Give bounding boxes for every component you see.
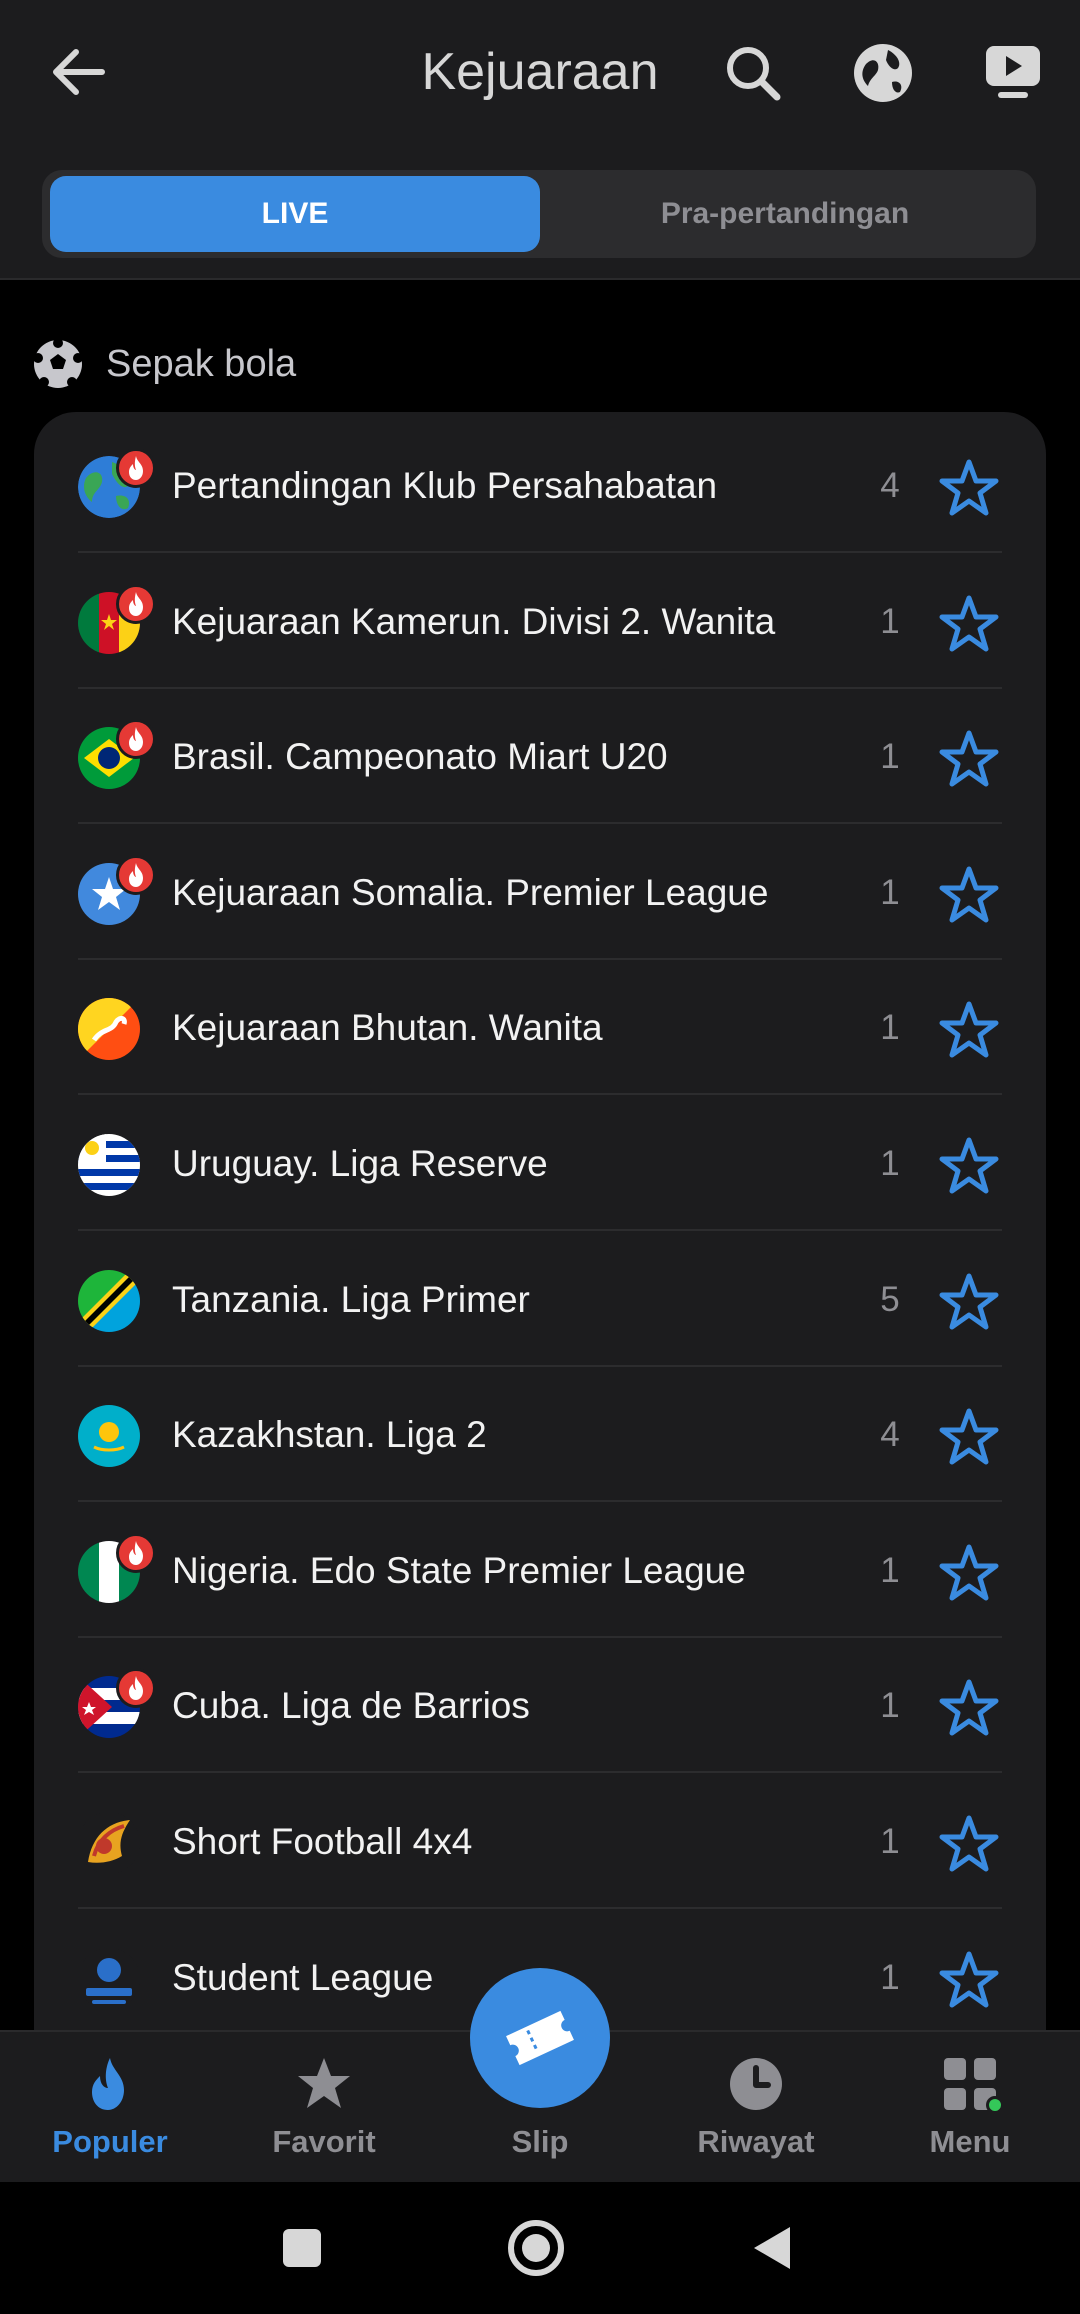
league-name: Kazakhstan. Liga 2 — [172, 1414, 487, 1456]
event-count: 1 — [880, 737, 900, 777]
nav-favorit[interactable]: Favorit — [216, 2032, 432, 2184]
header: Kejuaraan LIVE Pra-pertandingan — [0, 0, 1080, 280]
league-name: Cuba. Liga de Barrios — [172, 1685, 530, 1727]
back-nav-button[interactable] — [742, 2218, 802, 2278]
league-name: Tanzania. Liga Primer — [172, 1278, 530, 1320]
recents-button[interactable] — [272, 2218, 332, 2278]
star-icon — [298, 2058, 350, 2108]
short-football-logo-flag-icon — [78, 1812, 140, 1874]
league-row[interactable]: Kejuaraan Kamerun. Divisi 2. Wanita 1 — [34, 554, 1046, 689]
event-count: 5 — [880, 1279, 900, 1319]
home-circle-icon — [508, 2220, 564, 2276]
event-count: 1 — [880, 1144, 900, 1183]
nav-menu[interactable]: Menu — [862, 2032, 1078, 2184]
hot-fire-icon — [116, 1668, 156, 1709]
favorite-star-icon[interactable] — [938, 1543, 1000, 1603]
hot-fire-icon — [116, 583, 156, 624]
favorite-star-icon[interactable] — [938, 1000, 1000, 1060]
event-count: 1 — [880, 1822, 900, 1861]
nav-menu-label: Menu — [929, 2124, 1011, 2159]
event-count: 1 — [880, 1008, 900, 1048]
league-name: Uruguay. Liga Reserve — [172, 1143, 548, 1184]
slip-button[interactable] — [470, 1968, 610, 2108]
league-row[interactable]: Short Football 4x4 1 — [34, 1774, 1046, 1909]
league-name: Kejuaraan Kamerun. Divisi 2. Wanita — [172, 600, 776, 642]
league-row[interactable]: Pertandingan Klub Persahabatan 4 — [34, 418, 1046, 553]
event-count: 4 — [880, 1415, 900, 1455]
system-nav-bar — [0, 2182, 1080, 2314]
league-row[interactable]: Cuba. Liga de Barrios 1 — [34, 1638, 1046, 1774]
square-icon — [283, 2229, 321, 2267]
event-count: 1 — [880, 1550, 900, 1590]
home-button[interactable] — [506, 2218, 566, 2278]
event-count: 1 — [880, 1957, 900, 1997]
clock-icon — [730, 2058, 782, 2110]
search-icon — [727, 47, 781, 101]
league-row[interactable]: Uruguay. Liga Reserve 1 — [34, 1096, 1046, 1231]
tab-live[interactable]: LIVE — [50, 176, 540, 252]
favorite-star-icon[interactable] — [938, 729, 1000, 789]
tab-prematch[interactable]: Pra-pertandingan — [540, 176, 1030, 252]
uruguay-flag-icon — [78, 1134, 140, 1196]
student-league-logo-flag-icon — [78, 1947, 140, 2010]
tanzania-flag-icon — [78, 1269, 140, 1332]
league-name: Short Football 4x4 — [172, 1821, 473, 1862]
favorite-star-icon[interactable] — [938, 594, 1000, 654]
sport-section-header: Sepak bola — [32, 332, 296, 396]
league-name: Brasil. Campeonato Miart U20 — [172, 736, 668, 778]
hot-fire-icon — [116, 448, 156, 488]
league-name: Kejuaraan Bhutan. Wanita — [172, 1007, 603, 1049]
live-tv-icon — [986, 46, 1040, 98]
favorite-star-icon[interactable] — [938, 1136, 1000, 1196]
favorite-star-icon[interactable] — [938, 1814, 1000, 1874]
league-row[interactable]: Tanzania. Liga Primer 5 — [34, 1232, 1046, 1367]
search-button[interactable] — [718, 38, 788, 108]
soccer-ball-icon — [33, 338, 83, 388]
nav-riwayat[interactable]: Riwayat — [648, 2032, 864, 2184]
event-count: 1 — [880, 872, 900, 912]
hot-fire-icon — [116, 719, 156, 760]
league-name: Pertandingan Klub Persahabatan — [172, 465, 718, 506]
event-count: 1 — [880, 1686, 900, 1726]
back-arrow-icon — [53, 49, 105, 95]
notification-dot — [986, 2096, 1004, 2114]
league-list: Pertandingan Klub Persahabatan 4 Kejuaraan… — [34, 412, 1046, 2032]
fire-icon — [92, 2058, 124, 2110]
nav-populer[interactable]: Populer — [2, 2032, 218, 2184]
back-button[interactable] — [44, 38, 112, 106]
favorite-star-icon[interactable] — [938, 1272, 1000, 1332]
hot-fire-icon — [116, 854, 156, 895]
nav-populer-label: Populer — [52, 2124, 168, 2159]
triangle-back-icon — [754, 2227, 790, 2269]
app-root: Kejuaraan LIVE Pra-pertandingan Sepak bo… — [0, 0, 1080, 2314]
live-prematch-toggle: LIVE Pra-pertandingan — [42, 170, 1036, 258]
nav-riwayat-label: Riwayat — [697, 2124, 815, 2159]
favorite-star-icon[interactable] — [938, 1407, 1000, 1467]
league-row[interactable]: Nigeria. Edo State Premier League 1 — [34, 1503, 1046, 1638]
league-row[interactable]: Kejuaraan Bhutan. Wanita 1 — [34, 960, 1046, 1096]
region-button[interactable] — [848, 38, 918, 108]
event-count: 1 — [880, 601, 900, 641]
nav-favorit-label: Favorit — [272, 2124, 376, 2159]
favorite-star-icon[interactable] — [938, 1678, 1000, 1738]
bhutan-flag-icon — [78, 998, 140, 1061]
hot-fire-icon — [116, 1532, 156, 1573]
live-tv-button[interactable] — [978, 38, 1048, 108]
kazakhstan-flag-icon — [78, 1405, 140, 1468]
league-name: Kejuaraan Somalia. Premier League — [172, 871, 769, 913]
ticket-icon — [506, 2010, 574, 2066]
favorite-star-icon[interactable] — [938, 865, 1000, 925]
league-row[interactable]: Kejuaraan Somalia. Premier League 1 — [34, 825, 1046, 960]
league-name: Nigeria. Edo State Premier League — [172, 1549, 746, 1591]
favorite-star-icon[interactable] — [938, 458, 1000, 518]
league-row[interactable]: Brasil. Campeonato Miart U20 1 — [34, 689, 1046, 825]
event-count: 4 — [880, 466, 900, 505]
page-title: Kejuaraan — [421, 43, 659, 101]
globe-icon — [854, 44, 912, 102]
favorite-star-icon[interactable] — [938, 1950, 1000, 2010]
sport-section-label: Sepak bola — [106, 342, 297, 385]
nav-slip-label: Slip — [511, 2124, 569, 2159]
league-row[interactable]: Kazakhstan. Liga 2 4 — [34, 1367, 1046, 1503]
league-name: Student League — [172, 1956, 434, 1998]
